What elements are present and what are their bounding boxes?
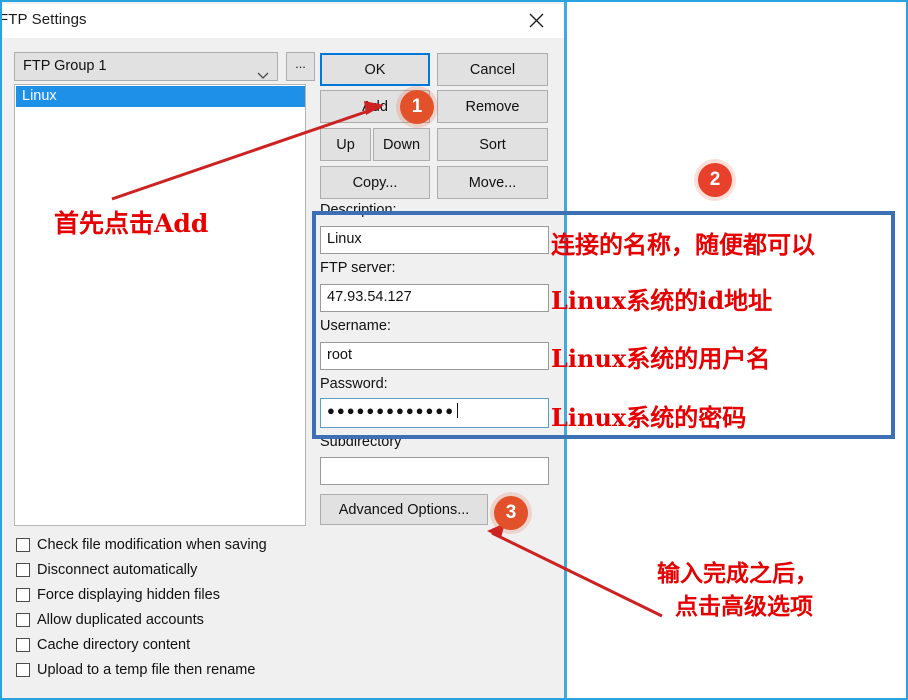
description-input[interactable]: Linux <box>320 226 549 254</box>
copy-button[interactable]: Copy... <box>320 166 430 199</box>
ftp-server-label: FTP server: <box>320 260 396 276</box>
checkbox-icon[interactable] <box>16 637 30 652</box>
checkbox-label: Upload to a temp file then rename <box>37 661 256 678</box>
ftp-settings-dialog: FTP Settings FTP Group 1 ... Linux OK Ca… <box>2 2 567 698</box>
connection-list[interactable]: Linux <box>14 84 306 526</box>
checkbox-icon[interactable] <box>16 662 30 677</box>
ftp-group-select[interactable]: FTP Group 1 <box>14 52 278 81</box>
step-badge-2: 2 <box>698 163 732 197</box>
username-label: Username: <box>320 318 391 334</box>
ftp-group-row: FTP Group 1 ... <box>14 52 315 81</box>
checkbox-icon[interactable] <box>16 562 30 577</box>
subdirectory-input[interactable] <box>320 457 549 485</box>
checkbox-icon[interactable] <box>16 537 30 552</box>
up-button[interactable]: Up <box>320 128 371 161</box>
username-input[interactable]: root <box>320 342 549 370</box>
annotation-username-text: Linux系统的用户名 <box>551 344 771 373</box>
ftp-group-more-button[interactable]: ... <box>286 52 315 81</box>
password-label: Password: <box>320 376 388 392</box>
annotation-final-line1: 输入完成之后， <box>657 560 818 587</box>
checkbox-label: Force displaying hidden files <box>37 586 220 603</box>
checkbox-label: Allow duplicated accounts <box>37 611 204 628</box>
checkbox-label: Disconnect automatically <box>37 561 198 578</box>
dialog-title: FTP Settings <box>2 11 87 28</box>
chevron-down-icon <box>257 63 269 79</box>
dialog-titlebar: FTP Settings <box>2 4 564 38</box>
advanced-options-button[interactable]: Advanced Options... <box>320 494 488 525</box>
password-input[interactable]: ●●●●●●●●●●●●● <box>320 398 549 428</box>
annotation-final-line2: 点击高级选项 <box>675 593 813 620</box>
subdirectory-label: Subdirectory <box>320 434 402 450</box>
checkbox-allow-duplicated-accounts[interactable]: Allow duplicated accounts <box>16 607 326 632</box>
checkbox-label: Cache directory content <box>37 636 191 653</box>
ftp-group-value: FTP Group 1 <box>23 58 107 74</box>
checkbox-label: Check file modification when saving <box>37 536 267 553</box>
checkbox-icon[interactable] <box>16 612 30 627</box>
checkbox-upload-temp-file-rename[interactable]: Upload to a temp file then rename <box>16 657 326 682</box>
down-button[interactable]: Down <box>373 128 430 161</box>
cancel-button[interactable]: Cancel <box>437 53 548 86</box>
add-button[interactable]: Add <box>320 90 430 123</box>
password-mask: ●●●●●●●●●●●●● <box>327 403 456 418</box>
checkbox-check-file-modification[interactable]: Check file modification when saving <box>16 532 326 557</box>
annotation-description-text: 连接的名称，随便都可以 <box>551 230 815 259</box>
screenshot-root: FTP Settings FTP Group 1 ... Linux OK Ca… <box>0 0 908 700</box>
list-item[interactable]: Linux <box>16 86 305 107</box>
checkbox-disconnect-automatically[interactable]: Disconnect automatically <box>16 557 326 582</box>
checkbox-icon[interactable] <box>16 587 30 602</box>
options-checkbox-list: Check file modification when saving Disc… <box>16 532 326 682</box>
checkbox-force-hidden-files[interactable]: Force displaying hidden files <box>16 582 326 607</box>
remove-button[interactable]: Remove <box>437 90 548 123</box>
checkbox-cache-directory-content[interactable]: Cache directory content <box>16 632 326 657</box>
close-icon[interactable] <box>514 4 558 36</box>
sort-button[interactable]: Sort <box>437 128 548 161</box>
ok-button[interactable]: OK <box>320 53 430 86</box>
ftp-server-input[interactable]: 47.93.54.127 <box>320 284 549 312</box>
annotation-password-text: Linux系统的密码 <box>551 403 747 432</box>
description-label: Description: <box>320 202 397 218</box>
annotation-server-text: Linux系统的id地址 <box>551 286 773 315</box>
move-button[interactable]: Move... <box>437 166 548 199</box>
text-caret <box>457 403 459 418</box>
